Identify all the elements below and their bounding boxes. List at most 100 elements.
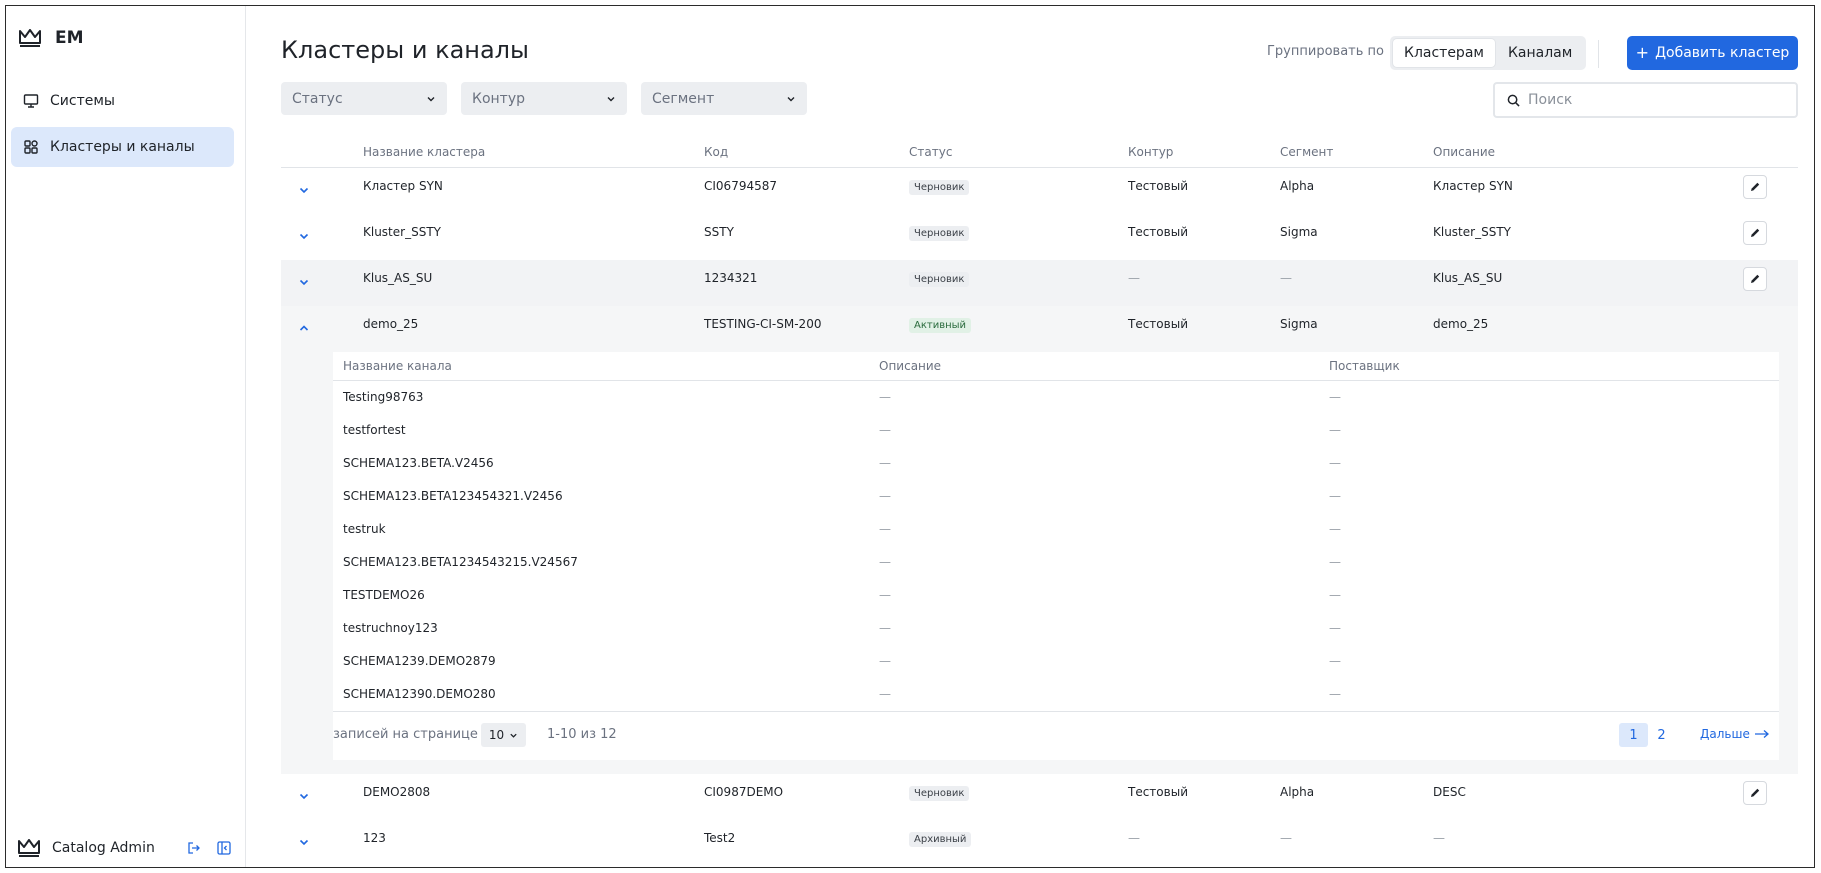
channel-provider: —: [1329, 390, 1341, 404]
cluster-segment: Sigma: [1280, 317, 1318, 331]
channel-description: —: [879, 522, 891, 536]
column-header-provider[interactable]: Поставщик: [1329, 359, 1400, 373]
channel-row[interactable]: SCHEMA123.BETA.V2456 — —: [333, 447, 1779, 480]
logout-icon[interactable]: [185, 839, 203, 857]
channel-description: —: [879, 489, 891, 503]
segment-filter-label: Сегмент: [652, 90, 715, 107]
channel-provider: —: [1329, 423, 1341, 437]
cluster-contour: —: [1128, 831, 1140, 845]
search-input[interactable]: [1528, 92, 1778, 108]
column-header-segment[interactable]: Сегмент: [1280, 145, 1333, 159]
channel-name: SCHEMA123.BETA1234543215.V24567: [343, 555, 578, 569]
channel-name: Testing98763: [343, 390, 424, 404]
chevron-down-icon[interactable]: [296, 788, 312, 804]
per-page-select[interactable]: 10: [481, 723, 526, 747]
table-row[interactable]: demo_25 TESTING-CI-SM-200 Активный Тесто…: [281, 306, 1798, 352]
sidebar: EM Системы Кластеры и каналы Catalog Adm…: [6, 6, 246, 867]
sidebar-item-clusters-channels[interactable]: Кластеры и каналы: [11, 127, 234, 167]
contour-filter[interactable]: Контур: [461, 82, 627, 115]
cluster-code: SSTY: [704, 225, 734, 239]
channel-row[interactable]: SCHEMA123.BETA123454321.V2456 — —: [333, 480, 1779, 513]
column-header-name[interactable]: Название кластера: [363, 145, 485, 159]
chevron-down-icon: [510, 733, 517, 738]
edit-button[interactable]: [1743, 221, 1767, 245]
status-badge: Черновик: [909, 272, 970, 287]
cluster-code: Test2: [704, 831, 736, 845]
contour-filter-label: Контур: [472, 90, 525, 107]
table-row[interactable]: Klus_AS_SU 1234321 Черновик — — Klus_AS_…: [281, 260, 1798, 306]
channel-row[interactable]: Testing98763 — —: [333, 381, 1779, 414]
sidebar-item-label: Системы: [50, 93, 115, 109]
table-row[interactable]: DEMO2808 CI0987DEMO Черновик Тестовый Al…: [281, 774, 1798, 820]
column-header-code[interactable]: Код: [704, 145, 728, 159]
channel-provider: —: [1329, 456, 1341, 470]
cluster-segment: Sigma: [1280, 225, 1318, 239]
status-badge: Черновик: [909, 180, 970, 195]
cluster-name: Кластер SYN: [363, 179, 443, 193]
chevron-up-icon[interactable]: [296, 320, 312, 336]
page-button-1[interactable]: 1: [1619, 723, 1648, 747]
search-box: [1493, 82, 1798, 118]
page-button-2[interactable]: 2: [1647, 723, 1676, 747]
chevron-down-icon[interactable]: [296, 274, 312, 290]
channel-row[interactable]: SCHEMA123.BETA1234543215.V24567 — —: [333, 546, 1779, 579]
chevron-down-icon: [787, 96, 795, 101]
collapse-sidebar-icon[interactable]: [215, 839, 233, 857]
status-filter[interactable]: Статус: [281, 82, 447, 115]
column-header-channel-description[interactable]: Описание: [879, 359, 941, 373]
status-badge: Черновик: [909, 226, 970, 241]
channel-provider: —: [1329, 489, 1341, 503]
column-header-description[interactable]: Описание: [1433, 145, 1495, 159]
edit-button[interactable]: [1743, 781, 1767, 805]
channel-provider: —: [1329, 687, 1341, 701]
table-row[interactable]: 123 Test2 Архивный — — —: [281, 820, 1798, 866]
column-header-status[interactable]: Статус: [909, 145, 952, 159]
channel-name: SCHEMA12390.DEMO280: [343, 687, 496, 701]
segment-filter[interactable]: Сегмент: [641, 82, 807, 115]
cluster-description: demo_25: [1433, 317, 1489, 331]
cluster-code: TESTING-CI-SM-200: [704, 317, 822, 331]
table-row[interactable]: Kluster_SSTY SSTY Черновик Тестовый Sigm…: [281, 214, 1798, 260]
pencil-icon: [1751, 274, 1760, 283]
channel-description: —: [879, 621, 891, 635]
cluster-description: Кластер SYN: [1433, 179, 1513, 193]
chevron-down-icon[interactable]: [296, 834, 312, 850]
channel-row[interactable]: SCHEMA1239.DEMO2879 — —: [333, 645, 1779, 678]
channel-row[interactable]: TESTDEMO26 — —: [333, 579, 1779, 612]
channel-row[interactable]: testfortest — —: [333, 414, 1779, 447]
clusters-table: Название кластера Код Статус Контур Сегм…: [281, 134, 1798, 866]
brand[interactable]: EM: [19, 28, 84, 48]
cluster-description: Klus_AS_SU: [1433, 271, 1503, 285]
cluster-name: Kluster_SSTY: [363, 225, 441, 239]
channels-table: Название канала Описание Поставщик Testi…: [333, 352, 1779, 760]
add-cluster-button[interactable]: + Добавить кластер: [1627, 36, 1798, 70]
group-by-toggle: Кластерам Каналам: [1390, 36, 1587, 70]
group-by-clusters-button[interactable]: Кластерам: [1393, 39, 1495, 67]
channel-name: SCHEMA123.BETA123454321.V2456: [343, 489, 563, 503]
status-badge: Архивный: [909, 832, 972, 847]
next-page-link[interactable]: Дальше: [1700, 727, 1770, 741]
channel-row[interactable]: testruchnoy123 — —: [333, 612, 1779, 645]
cluster-contour: Тестовый: [1128, 179, 1188, 193]
grid-icon: [24, 140, 38, 154]
sidebar-item-label: Кластеры и каналы: [50, 139, 195, 155]
sidebar-item-systems[interactable]: Системы: [11, 81, 234, 121]
column-header-contour[interactable]: Контур: [1128, 145, 1173, 159]
chevron-down-icon[interactable]: [296, 228, 312, 244]
edit-button[interactable]: [1743, 267, 1767, 291]
channel-provider: —: [1329, 588, 1341, 602]
channel-row[interactable]: SCHEMA12390.DEMO280 — —: [333, 678, 1779, 711]
group-by-channels-button[interactable]: Каналам: [1497, 39, 1583, 67]
chevron-down-icon[interactable]: [296, 182, 312, 198]
channel-name: SCHEMA1239.DEMO2879: [343, 654, 496, 668]
channel-row[interactable]: testruk — —: [333, 513, 1779, 546]
next-page-label: Дальше: [1700, 727, 1750, 741]
edit-button[interactable]: [1743, 175, 1767, 199]
channel-name: SCHEMA123.BETA.V2456: [343, 456, 494, 470]
pagination: записей на странице 10 1-10 из 12 1 2 Да…: [333, 711, 1779, 760]
cluster-segment: Alpha: [1280, 179, 1315, 193]
table-row[interactable]: Кластер SYN CI06794587 Черновик Тестовый…: [281, 168, 1798, 214]
channel-name: TESTDEMO26: [343, 588, 425, 602]
column-header-channel-name[interactable]: Название канала: [343, 359, 452, 373]
sidebar-footer: Catalog Admin: [18, 839, 233, 857]
